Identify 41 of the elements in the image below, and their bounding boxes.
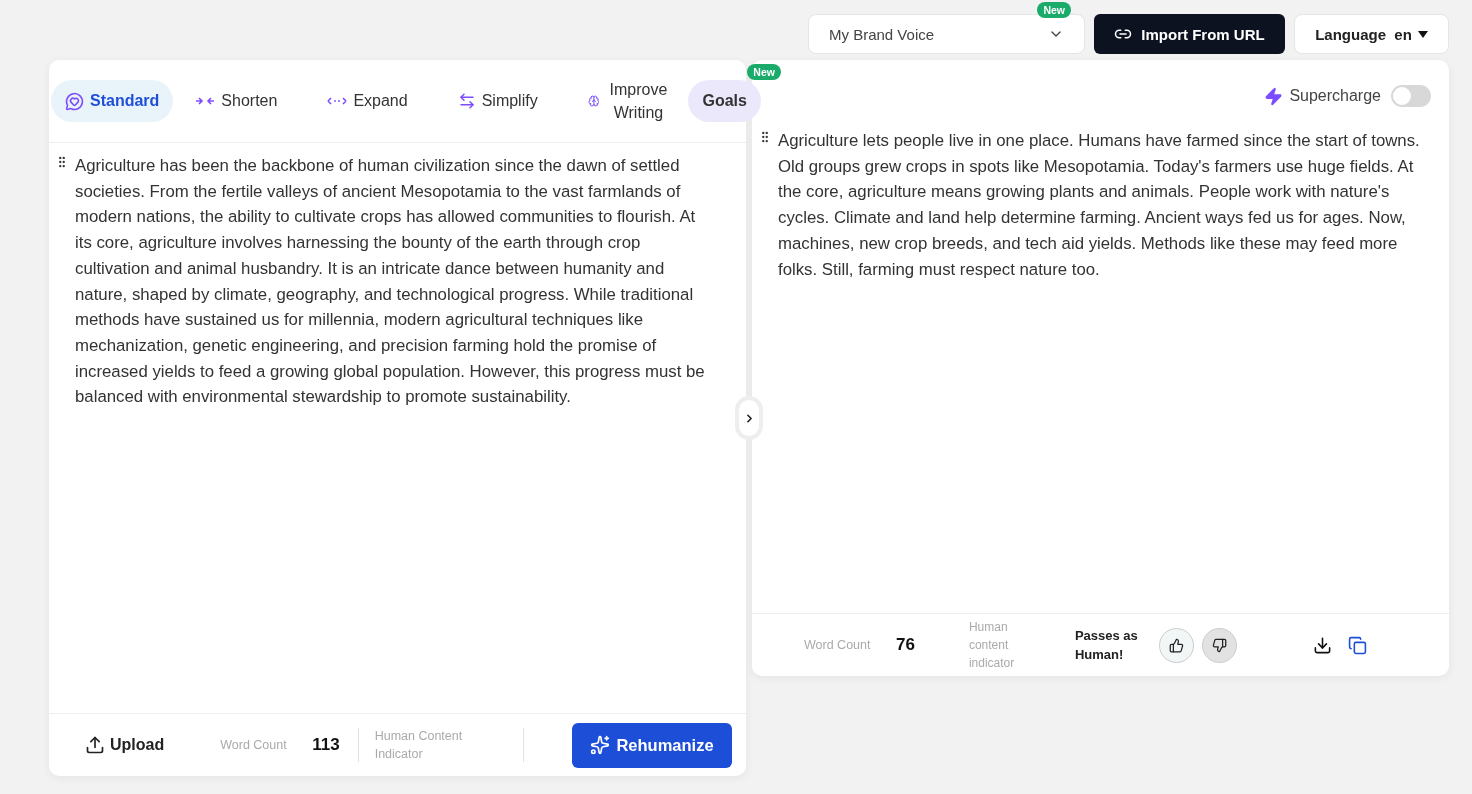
lightning-icon bbox=[1264, 86, 1284, 106]
new-badge: New bbox=[1037, 2, 1071, 18]
download-icon bbox=[1312, 635, 1332, 655]
thumbs-down-icon bbox=[1211, 637, 1227, 653]
copy-icon bbox=[1347, 635, 1367, 655]
supercharge-label: Supercharge bbox=[1289, 87, 1381, 105]
verdict-text: Passes as Human! bbox=[1074, 627, 1139, 664]
thumbs-up-button[interactable] bbox=[1158, 627, 1194, 663]
brand-voice-dropdown[interactable]: My Brand Voice bbox=[808, 14, 1085, 54]
language-dropdown[interactable]: Language en bbox=[1294, 14, 1449, 54]
rehumanize-button[interactable]: Rehumanize bbox=[572, 722, 732, 768]
supercharge-switch[interactable] bbox=[1391, 85, 1431, 107]
caret-down-icon bbox=[1417, 30, 1428, 38]
swap-arrows-icon bbox=[457, 92, 476, 110]
arrows-inward-icon bbox=[195, 96, 216, 106]
mode-tab[interactable]: Shorten bbox=[181, 80, 292, 122]
word-count-label: Word Count bbox=[804, 637, 872, 654]
word-count: 113 bbox=[312, 735, 340, 755]
new-badge: New bbox=[747, 64, 781, 80]
output-text: Agriculture lets people live in one place. Humans have farmed since the start of towns. Old groups grew crops in spots like Mesopotamia. Today's farmers use huge fields. At the core, agriculture means growing plants and animals. People work with nature's cycles. Climate and land help determine farming. Ancient ways fed us for ages. Now, machines, new crop breeds, and tech aid yields. Methods like these may feed more folks. Still, farming must respect nature too. bbox=[778, 130, 1421, 281]
import-url-button[interactable]: Import From URL bbox=[1094, 14, 1285, 54]
mode-tab[interactable]: Improve Writing bbox=[573, 80, 686, 122]
input-text[interactable]: Agriculture has been the backbone of human civilization since the dawn of settled societies. From the fertile valleys of ancient Mesopotamia to the vast farmlands of modern nations, the ability to cultivate crops has allowed communities to flourish. At its core, agriculture involves harnessing the bounty of the earth through crop cultivation and animal husbandry. It is an intricate dance between humanity and nature, shaped by climate, geography, and technological progress. While traditional methods have sustained us for millennia, modern agricultural techniques like mechanization, genetic engineering, and precision farming hold the promise of increased yields to feed a growing global population. However, this progress must be balanced with environmental stewardship to promote sustainability. bbox=[75, 153, 716, 713]
mode-tab[interactable]: Simplify bbox=[443, 80, 552, 122]
arrows-outward-icon bbox=[327, 96, 348, 106]
cloud-upload-icon bbox=[85, 735, 105, 755]
word-count: 76 bbox=[896, 635, 915, 655]
mode-tab[interactable]: Expand bbox=[313, 80, 422, 122]
collapse-toggle[interactable] bbox=[735, 396, 763, 440]
sparkles-icon bbox=[590, 735, 611, 755]
mode-tab[interactable]: Standard bbox=[51, 80, 174, 122]
download-button[interactable] bbox=[1312, 635, 1332, 655]
mode-tab[interactable]: Goals bbox=[688, 80, 761, 122]
copy-button[interactable] bbox=[1347, 635, 1367, 655]
human-content-indicator-label: Human content indicator bbox=[968, 619, 1016, 672]
human-content-indicator-label: Human Content Indicator bbox=[374, 728, 464, 763]
upload-button[interactable]: Upload bbox=[79, 734, 171, 756]
chat-heart-icon bbox=[65, 91, 84, 111]
thumbs-up-icon bbox=[1168, 637, 1184, 653]
thumbs-down-button[interactable] bbox=[1201, 627, 1237, 663]
word-count-label: Word Count bbox=[220, 737, 288, 754]
